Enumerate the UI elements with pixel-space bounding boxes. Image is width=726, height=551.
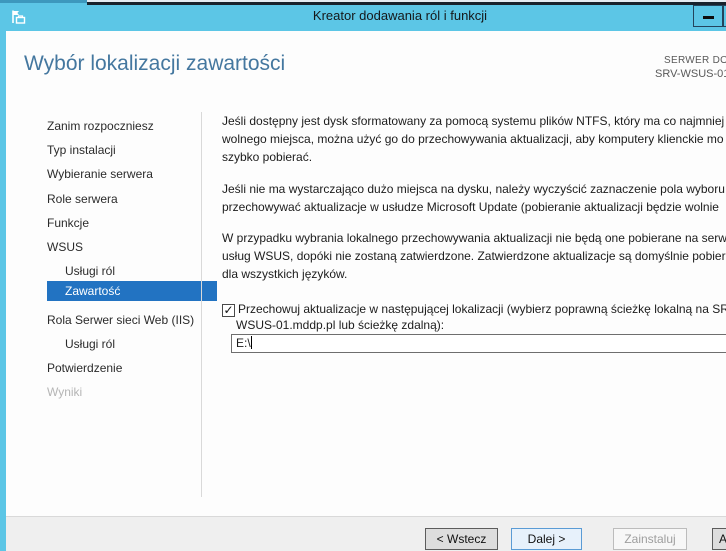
sidebar-item-wyniki: Wyniki bbox=[47, 384, 82, 400]
paragraph-line: usług WSUS, dopóki nie zostaną zatwierdz… bbox=[222, 247, 726, 265]
sidebar-item-wybieranie-serwera[interactable]: Wybieranie serwera bbox=[47, 166, 153, 182]
wizard-window: Kreator dodawania ról i funkcji Wybór lo… bbox=[0, 0, 726, 551]
back-button[interactable]: < Wstecz bbox=[425, 528, 498, 550]
sidebar-item-zawartosc-selected[interactable]: Zawartość bbox=[47, 281, 217, 301]
paragraph-line: szybko pobierać. bbox=[222, 148, 724, 166]
page-title: Wybór lokalizacji zawartości bbox=[24, 52, 285, 76]
paragraph-not-enough-space: Jeśli nie ma wystarczająco dużo miejsca … bbox=[222, 180, 726, 216]
sidebar-item-wsus[interactable]: WSUS bbox=[47, 239, 83, 255]
top-strip-dark bbox=[87, 2, 726, 5]
window-title: Kreator dodawania ról i funkcji bbox=[313, 8, 487, 23]
store-updates-checkbox[interactable]: ✓ bbox=[222, 304, 235, 317]
sidebar-item-zanim-rozpoczniesz[interactable]: Zanim rozpoczniesz bbox=[47, 118, 154, 134]
sidebar-item-role-serwera[interactable]: Role serwera bbox=[47, 191, 118, 207]
minimize-icon bbox=[703, 16, 714, 19]
install-button: Zainstaluj bbox=[613, 528, 687, 550]
cancel-button-clipped[interactable]: A bbox=[712, 528, 726, 550]
content-path-value: E:\ bbox=[236, 336, 251, 350]
sidebar-item-funkcje[interactable]: Funkcje bbox=[47, 215, 89, 231]
sidebar-item-typ-instalacji[interactable]: Typ instalacji bbox=[47, 142, 116, 158]
store-updates-checkbox-label-line1[interactable]: Przechowuj aktualizacje w następującej l… bbox=[238, 302, 726, 316]
store-updates-checkbox-label-line2[interactable]: WSUS-01.mddp.pl lub ścieżkę zdalną): bbox=[236, 318, 444, 332]
target-server-label: SERWER DOC bbox=[664, 55, 726, 66]
paragraph-local-storage: W przypadku wybrania lokalnego przechowy… bbox=[222, 229, 726, 283]
paragraph-line: dla wszystkich języków. bbox=[222, 265, 726, 283]
paragraph-line: przechowywać aktualizacje w usłudze Micr… bbox=[222, 198, 726, 216]
top-strip-left bbox=[0, 0, 87, 3]
wizard-flag-icon bbox=[10, 9, 26, 25]
text-caret bbox=[251, 336, 252, 349]
next-button[interactable]: Dalej > bbox=[511, 528, 582, 550]
minimize-button[interactable] bbox=[693, 5, 723, 27]
paragraph-line: Jeśli dostępny jest dysk sformatowany za… bbox=[222, 112, 724, 130]
paragraph-line: Jeśli nie ma wystarczająco dużo miejsca … bbox=[222, 180, 726, 198]
paragraph-line: W przypadku wybrania lokalnego przechowy… bbox=[222, 229, 726, 247]
sidebar-item-rola-serwer-sieci-web-iis[interactable]: Rola Serwer sieci Web (IIS) bbox=[47, 312, 194, 328]
sidebar-item-uslugi-rol-iis[interactable]: Usługi ról bbox=[65, 336, 115, 352]
checkmark-icon: ✓ bbox=[223, 305, 234, 316]
target-server-name: SRV-WSUS-01. bbox=[655, 68, 726, 80]
paragraph-line: wolnego miejsca, można użyć go do przech… bbox=[222, 130, 724, 148]
sidebar-divider bbox=[201, 112, 202, 497]
sidebar-item-uslugi-rol-wsus[interactable]: Usługi ról bbox=[65, 263, 115, 279]
paragraph-ntfs-disk: Jeśli dostępny jest dysk sformatowany za… bbox=[222, 112, 724, 166]
content-path-input[interactable]: E:\ bbox=[231, 334, 726, 353]
sidebar-item-potwierdzenie[interactable]: Potwierdzenie bbox=[47, 360, 122, 376]
